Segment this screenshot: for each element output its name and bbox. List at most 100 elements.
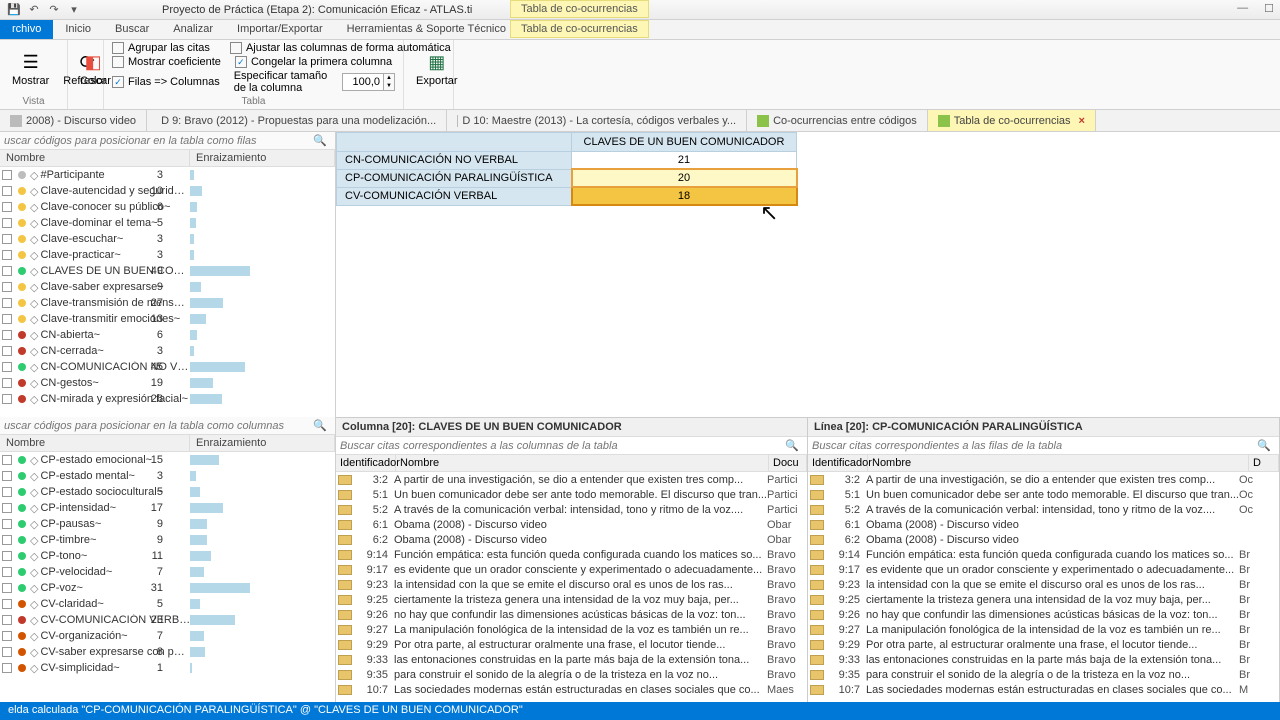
checkbox-icon[interactable] xyxy=(2,567,12,577)
search-icon[interactable]: 🔍 xyxy=(781,439,803,452)
exportar-button[interactable]: ▦Exportar xyxy=(412,49,462,89)
checkbox-icon[interactable] xyxy=(2,282,12,292)
code-row[interactable]: ◇ CN-COMUNICACIÓN NO VE... 45 xyxy=(0,359,335,375)
doctab-0[interactable]: 2008) - Discurso video xyxy=(0,110,147,131)
code-row[interactable]: ◇ CP-estado emocional~ 15 xyxy=(0,452,335,468)
checkbox-icon[interactable] xyxy=(2,615,12,625)
code-row[interactable]: ◇ CP-timbre~ 9 xyxy=(0,532,335,548)
checkbox-icon[interactable] xyxy=(2,314,12,324)
co-row-label[interactable]: CP-COMUNICACIÓN PARALINGÜÍSTICA xyxy=(337,169,572,187)
checkbox-icon[interactable] xyxy=(2,346,12,356)
quote-row[interactable]: 5:1 Un buen comunicador debe ser ante to… xyxy=(808,487,1279,502)
code-row[interactable]: ◇ CV-COMUNICACIÓN VERBAL~ 23 xyxy=(0,612,335,628)
hdr-id[interactable]: Identificador xyxy=(336,455,396,471)
quote-row[interactable]: 9:26 no hay que confundir las dimensione… xyxy=(808,607,1279,622)
code-row[interactable]: ◇ CN-cerrada~ 3 xyxy=(0,343,335,359)
quote-row[interactable]: 5:2 A través de la comunicación verbal: … xyxy=(336,502,807,517)
code-row[interactable]: ◇ Clave-conocer su público~ 6 xyxy=(0,199,335,215)
code-row[interactable]: ◇ CLAVES DE UN BUEN COMU... 49 xyxy=(0,263,335,279)
checkbox-icon[interactable] xyxy=(2,503,12,513)
quote-row[interactable]: 9:23 la intensidad con la que se emite e… xyxy=(336,577,807,592)
checkbox-icon[interactable] xyxy=(2,330,12,340)
quote-row[interactable]: 9:29 Por otra parte, al estructurar oral… xyxy=(336,637,807,652)
quote-row[interactable]: 9:17 es evidente que un orador conscient… xyxy=(808,562,1279,577)
code-row[interactable]: ◇ Clave-transmitir emociones~ 13 xyxy=(0,311,335,327)
quote-row[interactable]: 9:29 Por otra parte, al estructurar oral… xyxy=(808,637,1279,652)
chk-filas-col[interactable]: ✓Filas => Columnas xyxy=(112,76,220,88)
checkbox-icon[interactable] xyxy=(2,471,12,481)
menu-herramientas[interactable]: Herramientas & Soporte Técnico xyxy=(335,20,518,39)
menu-importar[interactable]: Importar/Exportar xyxy=(225,20,335,39)
chk-coef[interactable]: Mostrar coeficiente xyxy=(112,56,221,68)
menu-inicio[interactable]: Inicio xyxy=(53,20,103,39)
checkbox-icon[interactable] xyxy=(2,487,12,497)
co-row-label[interactable]: CV-COMUNICACIÓN VERBAL xyxy=(337,187,572,205)
lp-right-search[interactable] xyxy=(812,440,1253,452)
code-row[interactable]: ◇ CN-gestos~ 19 xyxy=(0,375,335,391)
quote-row[interactable]: 6:1 Obama (2008) - Discurso video Obar xyxy=(336,517,807,532)
quote-row[interactable]: 9:33 las entonaciones construidas en la … xyxy=(336,652,807,667)
undo-icon[interactable]: ↶ xyxy=(26,2,42,18)
doctab-2[interactable]: D 10: Maestre (2013) - La cortesía, códi… xyxy=(447,110,747,131)
doctab-4[interactable]: Tabla de co-ocurrencias× xyxy=(928,110,1096,131)
code-row[interactable]: ◇ CV-simplicidad~ 1 xyxy=(0,660,335,676)
quote-row[interactable]: 6:1 Obama (2008) - Discurso video xyxy=(808,517,1279,532)
quote-row[interactable]: 5:2 A través de la comunicación verbal: … xyxy=(808,502,1279,517)
checkbox-icon[interactable] xyxy=(2,266,12,276)
checkbox-icon[interactable] xyxy=(2,535,12,545)
menu-analizar[interactable]: Analizar xyxy=(161,20,225,39)
checkbox-icon[interactable] xyxy=(2,378,12,388)
search-icon[interactable]: 🔍 xyxy=(309,419,331,432)
code-row[interactable]: ◇ Clave-practicar~ 3 xyxy=(0,247,335,263)
quote-row[interactable]: 9:35 para construir el sonido de la aleg… xyxy=(808,667,1279,682)
code-row[interactable]: ◇ CP-voz~ 31 xyxy=(0,580,335,596)
code-row[interactable]: ◇ CP-intensidad~ 17 xyxy=(0,500,335,516)
co-cell[interactable]: 21 xyxy=(572,152,797,170)
code-row[interactable]: ◇ CV-claridad~ 5 xyxy=(0,596,335,612)
checkbox-icon[interactable] xyxy=(2,663,12,673)
code-row[interactable]: ◇ CN-mirada y expresión facial~ 26 xyxy=(0,391,335,407)
co-col-header[interactable]: CLAVES DE UN BUEN COMUNICADOR xyxy=(572,133,797,152)
quote-row[interactable]: 6:2 Obama (2008) - Discurso video xyxy=(808,532,1279,547)
quote-row[interactable]: 10:7 Las sociedades modernas están estru… xyxy=(808,682,1279,697)
quote-row[interactable]: 3:2 A partir de una investigación, se di… xyxy=(336,472,807,487)
quote-row[interactable]: 9:25 ciertamente la tristeza genera una … xyxy=(808,592,1279,607)
hdr-doc[interactable]: D xyxy=(1249,455,1279,471)
code-row[interactable]: ◇ CP-velocidad~ 7 xyxy=(0,564,335,580)
quote-row[interactable]: 9:33 las entonaciones construidas en la … xyxy=(808,652,1279,667)
quote-row[interactable]: 5:1 Un buen comunicador debe ser ante to… xyxy=(336,487,807,502)
co-cell[interactable]: 20 xyxy=(572,169,797,187)
checkbox-icon[interactable] xyxy=(2,362,12,372)
quote-row[interactable]: 9:27 La manipulación fonológica de la in… xyxy=(336,622,807,637)
checkbox-icon[interactable] xyxy=(2,394,12,404)
quote-row[interactable]: 6:2 Obama (2008) - Discurso video Obar xyxy=(336,532,807,547)
maximize-icon[interactable]: ☐ xyxy=(1264,2,1274,15)
quote-row[interactable]: 9:26 no hay que confundir las dimensione… xyxy=(336,607,807,622)
hdr-nombre[interactable]: Nombre xyxy=(0,150,190,166)
checkbox-icon[interactable] xyxy=(2,218,12,228)
quote-row[interactable]: 3:2 A partir de una investigación, se di… xyxy=(808,472,1279,487)
menu-archivo[interactable]: rchivo xyxy=(0,20,53,39)
co-row-label[interactable]: CN-COMUNICACIÓN NO VERBAL xyxy=(337,152,572,170)
checkbox-icon[interactable] xyxy=(2,583,12,593)
checkbox-icon[interactable] xyxy=(2,519,12,529)
co-cell[interactable]: 18 xyxy=(572,187,797,205)
chk-agrupar[interactable]: Agrupar las citas xyxy=(112,42,210,54)
quote-row[interactable]: 9:35 para construir el sonido de la aleg… xyxy=(336,667,807,682)
doctab-3[interactable]: Co-ocurrencias entre códigos xyxy=(747,110,928,131)
search-icon[interactable]: 🔍 xyxy=(1253,439,1275,452)
checkbox-icon[interactable] xyxy=(2,298,12,308)
chk-congelar[interactable]: ✓Congelar la primera columna xyxy=(235,56,392,68)
code-row[interactable]: ◇ #Participante 3 xyxy=(0,167,335,183)
context-tab-sub[interactable]: Tabla de co-ocurrencias xyxy=(510,20,649,38)
checkbox-icon[interactable] xyxy=(2,455,12,465)
quote-row[interactable]: 9:14 Función empática: esta función qued… xyxy=(808,547,1279,562)
checkbox-icon[interactable] xyxy=(2,202,12,212)
code-row[interactable]: ◇ CV-saber expresarse con pal... 8 xyxy=(0,644,335,660)
checkbox-icon[interactable] xyxy=(2,250,12,260)
dropdown-icon[interactable]: ▾ xyxy=(66,2,82,18)
minimize-icon[interactable]: — xyxy=(1237,2,1248,15)
column-size-spinner[interactable]: ▲▼ xyxy=(342,73,395,91)
quote-row[interactable]: 9:17 es evidente que un orador conscient… xyxy=(336,562,807,577)
hdr-doc[interactable]: Docu xyxy=(769,455,807,471)
